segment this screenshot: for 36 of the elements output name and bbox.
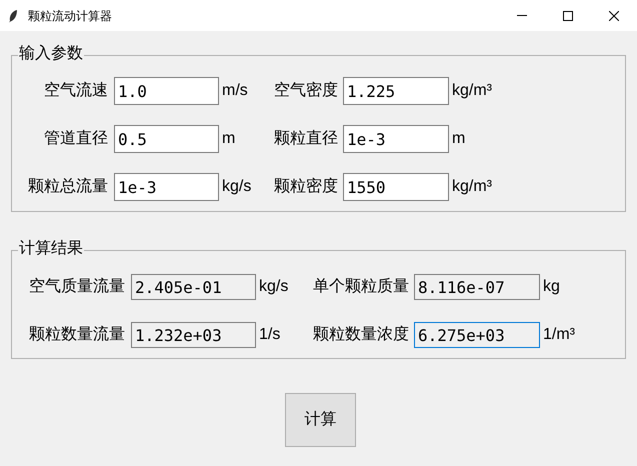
field-label: 空气质量流量: [28, 276, 126, 297]
field-label: 空气密度: [273, 80, 339, 101]
input-field[interactable]: 1.225: [343, 77, 449, 105]
result-field[interactable]: 1.232e+03: [131, 322, 256, 348]
unit-label: 1/m³: [542, 325, 575, 345]
field-label: 颗粒密度: [273, 176, 339, 197]
unit-label: m/s: [222, 82, 248, 99]
maximize-icon: [563, 10, 573, 20]
input-field[interactable]: 1e-3: [343, 125, 449, 153]
field-label: 空气流速: [43, 80, 109, 101]
input-field[interactable]: 1e-3: [114, 173, 219, 201]
unit-label: kg/m³: [451, 81, 492, 101]
unit-label: kg/s: [259, 278, 288, 295]
calculate-button[interactable]: 计算: [285, 393, 356, 447]
unit-label: m: [451, 129, 466, 149]
unit-label: m: [222, 130, 236, 147]
unit-label: 1/s: [259, 326, 280, 343]
field-label: 管道直径: [43, 128, 109, 149]
result-field[interactable]: 2.405e-01: [131, 274, 256, 300]
unit-label: kg/s: [222, 178, 252, 195]
input-field[interactable]: 0.5: [114, 125, 219, 153]
field-label: 单个颗粒质量: [312, 276, 410, 297]
window-title: 颗粒流动计算器: [28, 8, 112, 24]
field-label: 颗粒数量浓度: [312, 324, 410, 345]
close-icon: [609, 10, 619, 20]
unit-label: kg: [542, 277, 560, 297]
field-label: 颗粒直径: [273, 128, 339, 149]
unit-label: kg/m³: [451, 177, 492, 197]
input-field[interactable]: 1.0: [114, 77, 219, 105]
input-field[interactable]: 1550: [343, 173, 449, 201]
field-label: 颗粒总流量: [27, 176, 109, 197]
result-field[interactable]: 6.275e+03: [414, 322, 540, 348]
field-label: 颗粒数量流量: [28, 324, 126, 345]
feather-icon: [8, 8, 18, 22]
minimize-icon: [517, 15, 527, 16]
result-field[interactable]: 8.116e-07: [414, 274, 540, 300]
